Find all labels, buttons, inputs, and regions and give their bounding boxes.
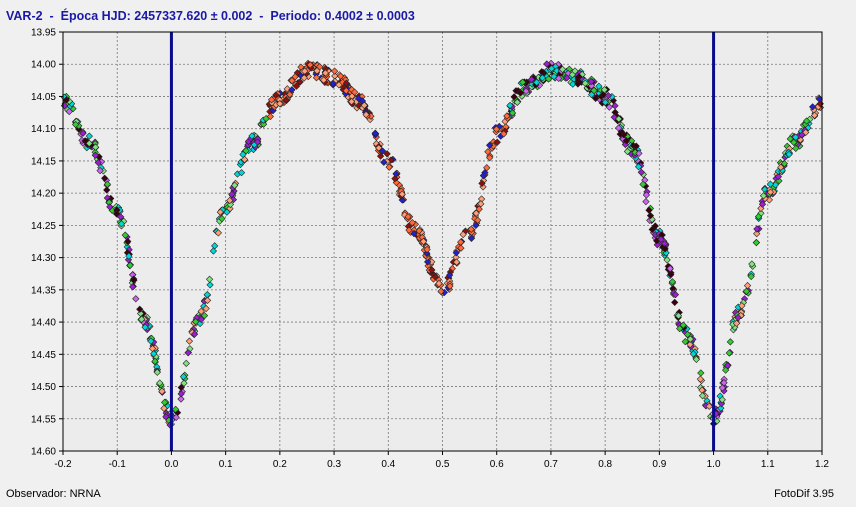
x-tick-label: 0.0 [164,459,178,470]
x-tick-label: 0.4 [381,459,395,470]
x-tick-label: 1.1 [761,459,775,470]
x-tick-label: 0.9 [652,459,666,470]
x-tick-label: 0.1 [219,459,233,470]
x-tick-label: 1.2 [815,459,829,470]
y-tick-label: 14.00 [31,60,56,71]
y-tick-label: 14.40 [31,318,56,329]
x-tick-label: 1.0 [707,459,721,470]
y-tick-label: 14.55 [31,414,56,425]
y-tick-label: 14.45 [31,350,56,361]
y-tick-label: 14.50 [31,382,56,393]
x-tick-label: 0.6 [490,459,504,470]
y-tick-label: 14.10 [31,124,56,135]
y-tick-label: 14.05 [31,92,56,103]
x-axis-ticks: -0.2 -0.1 0.0 0.1 0.2 0.3 0.4 0.5 0.6 0.7 0.8 0.9 1.… [54,451,829,470]
light-curve-chart: -0.2 -0.1 0.0 0.1 0.2 0.3 0.4 0.5 0.6 0.7 0.8 0.9 1.… [31,28,829,471]
y-tick-label: 14.30 [31,253,56,264]
y-tick-label: 14.25 [31,221,56,232]
x-tick-label: -0.1 [109,459,127,470]
x-tick-label: 0.2 [273,459,287,470]
y-tick-label: 13.95 [31,28,56,39]
x-tick-label: -0.2 [54,459,72,470]
software-label: FotoDif 3.95 [774,488,834,500]
y-tick-label: 14.35 [31,285,56,296]
x-tick-label: 0.3 [327,459,341,470]
y-tick-label: 14.60 [31,447,56,458]
x-tick-label: 0.7 [544,459,558,470]
y-axis-ticks: 13.95 14.00 14.05 14.10 14.15 14.20 14.25 14.30… [31,28,63,458]
y-tick-label: 14.20 [31,189,56,200]
observer-label: Observador: NRNA [6,488,101,500]
x-tick-label: 0.5 [436,459,450,470]
x-tick-label: 0.8 [598,459,612,470]
y-tick-label: 14.15 [31,156,56,167]
